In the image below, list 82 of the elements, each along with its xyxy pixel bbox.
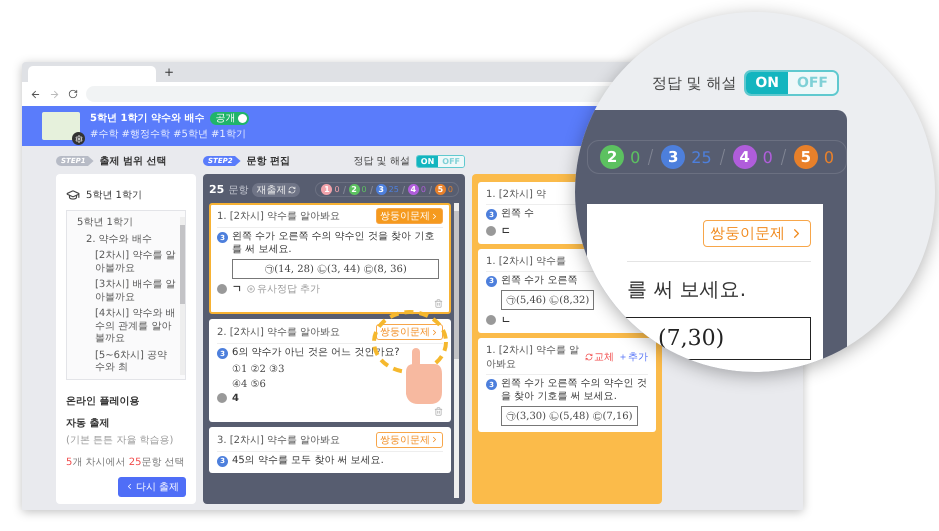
answer-text: ㄱ: [232, 283, 242, 296]
question-title: 1. [2차시] 약: [486, 188, 546, 201]
plus-circle-icon: [247, 285, 255, 293]
choices-box: ㉠(3,30) ㉡(5,48) ㉢(7,16): [501, 406, 638, 426]
level-count: 0: [362, 185, 367, 194]
level-count: 0: [448, 185, 453, 194]
tag-list: #수학 #행정수학 #5학년 #1학기: [90, 127, 250, 141]
worksheet-title: 5학년 1학기 약수와 배수: [90, 112, 204, 125]
forward-icon[interactable]: [49, 88, 60, 100]
choice-line: ④4 ⑤6: [232, 378, 267, 390]
tree-item[interactable]: [2차시] 약수를 알아볼까요: [77, 250, 176, 275]
chevron-right-icon: [430, 212, 439, 220]
level-badge: 1: [321, 184, 332, 195]
new-tab-button[interactable]: +: [164, 65, 174, 79]
question-text: 45의 약수를 모두 찾아 써 보세요.: [232, 454, 384, 467]
scrollbar[interactable]: [180, 217, 185, 374]
question-title: 1. [2차시] 약수를 알아봐요: [217, 210, 340, 223]
step-title: 문항 편집: [246, 155, 290, 168]
level-badge: 2: [348, 184, 360, 195]
chevron-right-icon: [430, 328, 439, 336]
refresh-icon: [585, 353, 593, 361]
hand-icon: [406, 348, 442, 404]
level-count: 0: [630, 148, 640, 166]
level-count: 0: [824, 148, 834, 166]
selection-summary: 5개 차시에서 25문항 선택: [66, 456, 186, 468]
answer-text: ㄷ: [501, 224, 511, 238]
question-title: 1. [2차시] 약수를: [486, 254, 566, 268]
answer-icon: [217, 393, 227, 403]
back-icon[interactable]: [30, 88, 41, 100]
question-text: 왼쪽 수: [501, 208, 534, 220]
question-title: 2. [2차시] 약수를 알아봐요: [217, 326, 340, 339]
chevron-right-icon: [430, 435, 439, 444]
replace-button[interactable]: 교체: [585, 350, 614, 364]
tree-item[interactable]: 5학년 1학기: [77, 217, 176, 230]
question-title: 3. [2차시] 약수를 알아봐요: [217, 434, 340, 446]
level-badge: 4: [732, 145, 757, 169]
level-badge: 4: [408, 184, 419, 195]
question-count: 25: [209, 183, 224, 196]
answer-icon: [486, 226, 496, 236]
trash-icon[interactable]: [434, 299, 443, 308]
add-button[interactable]: 추가: [619, 350, 648, 364]
tree-item[interactable]: 2. 약수와 배수: [77, 234, 176, 246]
grade-title: 5학년 1학기: [86, 189, 142, 202]
level-count: 0: [420, 185, 426, 194]
answer-toggle-label: 정답 및 해설: [652, 74, 736, 92]
level-badge: 5: [794, 145, 818, 169]
level-badge: 3: [661, 145, 686, 169]
auto-generate-note: (기본 튼튼 자율 학습용): [66, 434, 174, 446]
reload-icon[interactable]: [68, 89, 78, 99]
reshuffle-button[interactable]: 재출제: [252, 182, 300, 196]
level-count: 0: [762, 148, 773, 166]
refresh-icon: [288, 186, 296, 194]
trash-icon[interactable]: [434, 406, 443, 416]
level-badge: 3: [376, 184, 387, 195]
level-count: 25: [691, 148, 712, 166]
section-label: 온라인 플레이용: [66, 394, 140, 408]
answer-text: ㄴ: [501, 314, 511, 327]
answer-toggle-label: 정답 및 해설: [353, 155, 410, 168]
choice-line: ①1 ②2 ③3: [232, 362, 286, 374]
question-title: 1. [2차시] 약수를 알아봐요: [486, 344, 580, 371]
scrollbar[interactable]: [454, 203, 459, 498]
plus-icon: [619, 353, 627, 361]
level-count: 25: [388, 185, 399, 194]
level-badge: 5: [434, 184, 446, 195]
tree-item[interactable]: [3차시] 배수를 알아볼까요: [77, 279, 176, 304]
level-badge: 2: [600, 145, 624, 169]
question-text: 왼쪽 수가 오른쪽 수의 약수인 것을 찾아 기호를 써 보세요.: [232, 231, 436, 256]
answer-text: 4: [232, 392, 239, 404]
step-title: 출제 범위 선택: [100, 155, 167, 168]
tree-item[interactable]: [4차시] 약수와 배수의 관계를 알아볼까요: [77, 308, 176, 346]
level-count: 0: [334, 185, 340, 194]
answer-icon: [217, 284, 227, 294]
question-text: 왼쪽 수가 오른쪽 수의 약수인 것을 찾아 기호를 써 보세요.: [501, 378, 648, 403]
settings-icon[interactable]: [72, 132, 85, 145]
regenerate-button[interactable]: 다시 출제: [118, 476, 186, 496]
question-unit: 문항: [228, 184, 248, 196]
answer-icon: [486, 315, 496, 325]
choices-box: ㉠(14, 28) ㉡(3, 44) ㉢(8, 36): [232, 259, 439, 279]
tree-item[interactable]: [5~6차시] 공약수와 최: [77, 350, 176, 374]
question-text: 왼쪽 수가 오른쪽: [501, 274, 578, 287]
graduation-cap-icon: [66, 188, 80, 202]
auto-generate-label: 자동 출제: [66, 416, 110, 430]
